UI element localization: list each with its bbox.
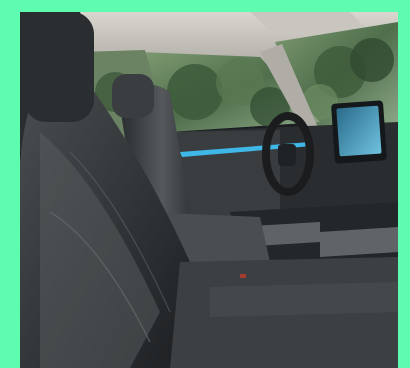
infotainment-screen [336, 105, 382, 157]
driver-headrest [24, 12, 94, 122]
car-interior-illustration [20, 12, 398, 368]
car-interior-photo [20, 12, 398, 368]
passenger-headrest [112, 74, 154, 118]
